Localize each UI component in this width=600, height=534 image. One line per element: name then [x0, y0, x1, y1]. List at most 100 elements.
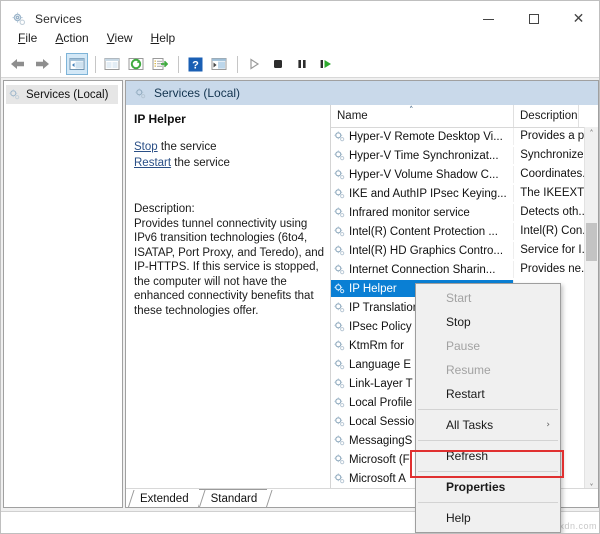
- service-description-cell: Service for I...: [513, 242, 585, 259]
- stop-service-icon[interactable]: [267, 53, 289, 75]
- service-detail-panel: IP Helper Stop the service Restart the s…: [126, 105, 331, 507]
- table-row[interactable]: Hyper-V Volume Shadow C... Coordinates..: [331, 165, 585, 184]
- service-name-text: Internet Connection Sharin...: [349, 263, 496, 276]
- restart-service-link[interactable]: Restart: [134, 157, 171, 169]
- service-description-cell: Detects oth...: [513, 204, 585, 221]
- services-gear-icon: [134, 87, 147, 100]
- table-row[interactable]: IKE and AuthIP IPsec Keying... The IKEEXT…: [331, 184, 585, 203]
- context-menu-separator: [418, 440, 558, 441]
- services-gear-icon: [333, 453, 346, 466]
- context-menu-item-help[interactable]: Help: [416, 506, 560, 530]
- service-name-text: MessagingS: [349, 434, 413, 447]
- pane-header-label: Services (Local): [154, 86, 241, 100]
- toolbar-separator-1: [60, 55, 61, 73]
- console-tree-pane: Services (Local): [3, 80, 123, 508]
- tree-item-services-local[interactable]: Services (Local): [6, 85, 118, 104]
- context-menu-item-label: Stop: [446, 315, 471, 329]
- context-menu-separator: [418, 471, 558, 472]
- svg-text:?: ?: [192, 59, 199, 71]
- refresh-icon[interactable]: [125, 53, 147, 75]
- show-hide-console-tree-icon[interactable]: [66, 53, 88, 75]
- table-row[interactable]: Hyper-V Remote Desktop Vi... Provides a p…: [331, 127, 585, 146]
- menu-file-rest: ile: [25, 31, 38, 45]
- tab-extended[interactable]: Extended: [128, 490, 199, 507]
- properties-window-icon[interactable]: [208, 53, 230, 75]
- services-gear-icon: [333, 282, 346, 295]
- vertical-scroll-thumb[interactable]: [586, 223, 597, 261]
- service-description-cell: Intel(R) Con..: [513, 223, 585, 240]
- context-menu-item-all-tasks[interactable]: All Tasks ›: [416, 413, 560, 437]
- description-line: the computer will not have the: [134, 275, 287, 288]
- context-menu-item-label: Restart: [446, 387, 485, 401]
- service-name-text: IP Helper: [349, 282, 397, 295]
- service-name-text: Hyper-V Volume Shadow C...: [349, 168, 499, 181]
- pane-header: Services (Local): [126, 81, 598, 105]
- service-name-cell: Hyper-V Time Synchronizat...: [331, 147, 513, 164]
- menu-view-rest: iew: [114, 31, 133, 45]
- menu-file[interactable]: File: [9, 29, 46, 47]
- column-header-name-label: Name: [337, 110, 368, 122]
- menu-view[interactable]: View: [98, 29, 142, 47]
- service-name-text: Intel(R) HD Graphics Contro...: [349, 244, 504, 257]
- stop-service-rest: the service: [157, 141, 217, 153]
- context-menu-item-stop[interactable]: Stop: [416, 310, 560, 334]
- restart-service-icon[interactable]: [315, 53, 337, 75]
- back-arrow-icon[interactable]: [7, 53, 29, 75]
- toolbar-separator-4: [237, 55, 238, 73]
- context-menu-item-refresh[interactable]: Refresh: [416, 444, 560, 468]
- tab-standard-label: Standard: [210, 492, 258, 505]
- menu-action-rest: ction: [63, 31, 89, 45]
- service-name-text: Hyper-V Remote Desktop Vi...: [349, 130, 503, 143]
- column-header-name[interactable]: Name ˄: [331, 105, 514, 127]
- tab-standard[interactable]: Standard: [198, 489, 268, 507]
- context-menu-item-label: Resume: [446, 363, 491, 377]
- service-name-text: IKE and AuthIP IPsec Keying...: [349, 187, 507, 200]
- service-description: Description: Provides tunnel connectivit…: [134, 202, 325, 318]
- table-row[interactable]: Intel(R) HD Graphics Contro... Service fo…: [331, 241, 585, 260]
- menu-action[interactable]: Action: [46, 29, 97, 47]
- description-line: ISATAP, Port Proxy, and Teredo), and: [134, 246, 325, 259]
- services-gear-icon: [333, 187, 346, 200]
- service-description-cell: The IKEEXT ..: [513, 185, 585, 202]
- table-row[interactable]: Infrared monitor service Detects oth...: [331, 203, 585, 222]
- toolbar-separator-3: [178, 55, 179, 73]
- scroll-up-icon[interactable]: ˄: [585, 127, 598, 140]
- menu-help-rest: elp: [159, 31, 176, 45]
- context-menu-item-properties[interactable]: Properties: [416, 475, 560, 499]
- stop-service-link[interactable]: Stop: [134, 141, 158, 153]
- service-name-text: Intel(R) Content Protection ...: [349, 225, 498, 238]
- description-line: these technologies offer.: [134, 304, 259, 317]
- toolbar: ?: [1, 51, 599, 78]
- context-menu-item-resume: Resume: [416, 358, 560, 382]
- forward-arrow-icon[interactable]: [31, 53, 53, 75]
- description-line: IPv6 transition technologies (6to4,: [134, 232, 308, 244]
- context-menu-item-label: All Tasks: [446, 418, 494, 432]
- table-row[interactable]: Internet Connection Sharin... Provides ne…: [331, 260, 585, 279]
- description-line: Provides tunnel connectivity using: [134, 217, 308, 230]
- context-menu-item-restart[interactable]: Restart: [416, 382, 560, 406]
- table-row[interactable]: Intel(R) Content Protection ... Intel(R) …: [331, 222, 585, 241]
- service-name-cell: Hyper-V Volume Shadow C...: [331, 166, 513, 183]
- show-hide-action-pane-icon[interactable]: [101, 53, 123, 75]
- service-name-text: IPsec Policy: [349, 320, 412, 333]
- service-name-text: Microsoft A: [349, 472, 406, 485]
- export-list-icon[interactable]: [149, 53, 171, 75]
- description-line: IP-HTTPS. If this service is stopped,: [134, 261, 319, 273]
- tab-extended-label: Extended: [140, 492, 189, 505]
- start-service-icon[interactable]: [243, 53, 265, 75]
- service-description-cell: Provides a p..: [513, 128, 585, 145]
- services-gear-icon: [333, 130, 346, 143]
- service-name-cell: Intel(R) HD Graphics Contro...: [331, 242, 513, 259]
- sort-ascending-icon: ˄: [409, 106, 414, 116]
- column-header-description[interactable]: Description: [514, 105, 579, 127]
- service-name-text: KtmRm for: [349, 339, 404, 352]
- menu-help[interactable]: Help: [142, 29, 185, 47]
- context-menu-item-label: Help: [446, 511, 471, 525]
- service-name-cell: Internet Connection Sharin...: [331, 261, 513, 278]
- services-gear-icon: [333, 434, 346, 447]
- table-row[interactable]: Hyper-V Time Synchronizat... Synchronize.…: [331, 146, 585, 165]
- pause-service-icon[interactable]: [291, 53, 313, 75]
- help-icon[interactable]: ?: [184, 53, 206, 75]
- vertical-scrollbar[interactable]: ˄ ˅: [584, 127, 598, 494]
- service-description-cell: Synchronize..: [513, 147, 585, 164]
